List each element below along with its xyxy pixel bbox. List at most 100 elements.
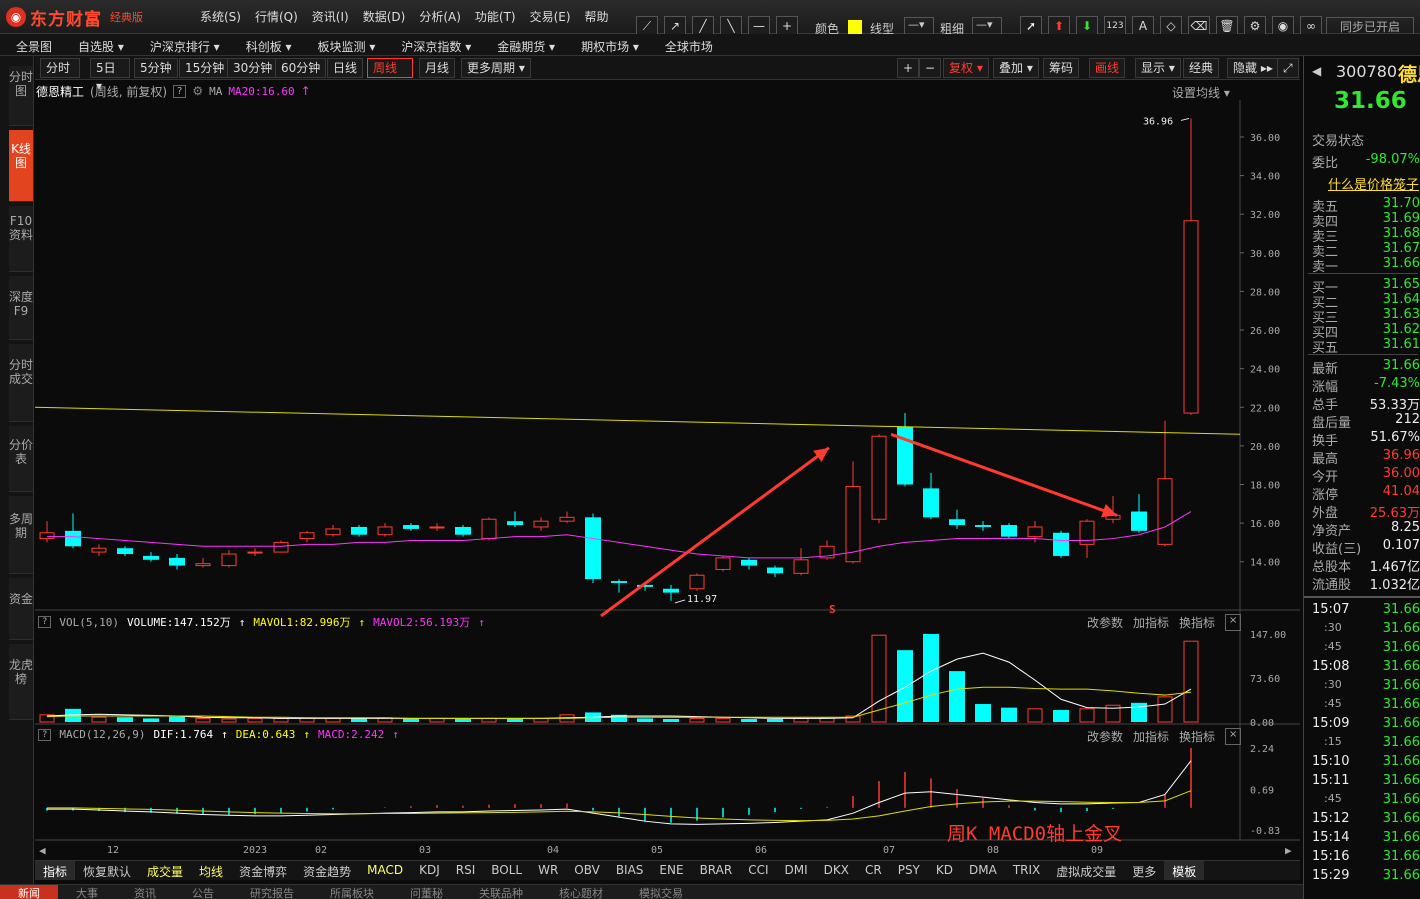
help-icon[interactable]: ?	[173, 84, 187, 98]
indicator-tab[interactable]: BOLL	[483, 861, 530, 880]
period-monthly[interactable]: 月线	[419, 58, 456, 78]
overlay-button[interactable]: 叠加 ▾	[993, 58, 1039, 78]
nav-options[interactable]: 期权市场 ▾	[565, 34, 649, 55]
chips-button[interactable]: 筹码	[1043, 58, 1080, 78]
volume-add-link[interactable]: 加指标	[1133, 614, 1169, 631]
indicator-tab[interactable]: CR	[857, 861, 890, 880]
ma-settings-link[interactable]: 设置均线 ▾	[1172, 84, 1230, 101]
nav-global[interactable]: 全球市场	[649, 34, 723, 55]
nav-futures[interactable]: 金融期货 ▾	[481, 34, 565, 55]
up-arrow-icon[interactable]: ⬆	[1048, 16, 1070, 36]
hide-button[interactable]: 隐藏 ▸▸	[1227, 58, 1279, 78]
menu-analysis[interactable]: 分析(A)	[419, 8, 461, 25]
menu-trade[interactable]: 交易(E)	[530, 8, 571, 25]
menu-functions[interactable]: 功能(T)	[475, 8, 516, 25]
sidebar-item-f9[interactable]: 深度F9	[9, 276, 33, 340]
trash-icon[interactable]: 🗑	[1216, 16, 1238, 36]
help-icon[interactable]: ?	[38, 616, 52, 628]
nav-sector-monitor[interactable]: 板块监测 ▾	[302, 34, 386, 55]
pointer-icon[interactable]: ➚	[1020, 16, 1042, 36]
price-cage-link[interactable]: 什么是价格笼子	[1328, 174, 1419, 193]
bottom-tab[interactable]: 资讯	[116, 885, 174, 899]
nav-watchlist[interactable]: 自选股 ▾	[62, 34, 134, 55]
indicator-tab[interactable]: DMI	[777, 861, 816, 880]
indicator-tab[interactable]: 均线	[191, 861, 231, 880]
eraser-icon[interactable]: ⌫	[1188, 16, 1210, 36]
gear-icon[interactable]: ⚙	[192, 84, 203, 98]
indicator-tab[interactable]: 成交量	[139, 861, 191, 880]
link-icon[interactable]: ∞	[1300, 16, 1322, 36]
draw-cross-icon[interactable]: +	[776, 16, 798, 36]
period-5min[interactable]: 5分钟	[134, 58, 178, 78]
indicator-tab[interactable]: DMA	[961, 861, 1005, 880]
indicator-tab[interactable]: KD	[928, 861, 961, 880]
indicator-tab[interactable]: KDJ	[411, 861, 448, 880]
indicator-tab[interactable]: PSY	[890, 861, 928, 880]
indicator-tab[interactable]: 虚拟成交量	[1048, 861, 1124, 880]
close-icon[interactable]: ×	[1225, 614, 1242, 631]
sidebar-item-timeshare[interactable]: 分时图	[9, 66, 33, 126]
menu-data[interactable]: 数据(D)	[363, 8, 406, 25]
draw-hline-icon[interactable]: —	[748, 16, 770, 36]
bottom-tab[interactable]: 模拟交易	[621, 885, 701, 899]
color-swatch[interactable]	[848, 20, 862, 34]
indicator-tab[interactable]: DKX	[816, 861, 857, 880]
period-15min[interactable]: 15分钟	[179, 58, 231, 78]
indicator-tab[interactable]: BIAS	[608, 861, 652, 880]
sidebar-item-kline[interactable]: K线图	[9, 130, 33, 202]
menu-quotes[interactable]: 行情(Q)	[255, 8, 298, 25]
indicator-tab[interactable]: OBV	[566, 861, 608, 880]
period-5day[interactable]: 5日 ▾	[90, 58, 130, 93]
number-icon[interactable]: 123	[1104, 16, 1126, 36]
text-icon[interactable]: A	[1132, 16, 1154, 36]
back-arrow-icon[interactable]: ◀	[1312, 64, 1321, 78]
menu-info[interactable]: 资讯(I)	[312, 8, 349, 25]
menu-system[interactable]: 系统(S)	[200, 8, 241, 25]
period-60min[interactable]: 60分钟	[275, 58, 327, 78]
sidebar-item-price-table[interactable]: 分价表	[9, 426, 33, 492]
thickness-select[interactable]: —▾	[972, 17, 1002, 35]
sidebar-item-dragon-tiger[interactable]: 龙虎榜	[9, 644, 33, 720]
draw-arrow-icon[interactable]: ↗	[664, 16, 686, 36]
indicator-tab[interactable]: ENE	[651, 861, 691, 880]
sidebar-item-multi-period[interactable]: 多周期	[9, 496, 33, 574]
bottom-tab[interactable]: 大事	[58, 885, 116, 899]
bottom-tab[interactable]: 核心题材	[541, 885, 621, 899]
nav-ranking[interactable]: 沪深京排行 ▾	[134, 34, 230, 55]
draw-ray-icon[interactable]: ╲	[720, 16, 742, 36]
bottom-tab[interactable]: 关联品种	[461, 885, 541, 899]
indicator-tab[interactable]: MACD	[359, 861, 411, 880]
volume-params-link[interactable]: 改参数	[1087, 614, 1123, 631]
zoom-out-button[interactable]: −	[919, 58, 942, 78]
adjust-button[interactable]: 复权 ▾	[943, 58, 989, 78]
help-icon[interactable]: ?	[38, 728, 52, 741]
period-daily[interactable]: 日线	[327, 58, 364, 78]
sidebar-item-trades[interactable]: 分时成交	[9, 344, 33, 422]
close-icon[interactable]: ×	[1225, 728, 1242, 745]
volume-swap-link[interactable]: 换指标	[1179, 614, 1215, 631]
indicator-tab[interactable]: RSI	[448, 861, 484, 880]
nav-star-market[interactable]: 科创板 ▾	[230, 34, 302, 55]
classic-button[interactable]: 经典	[1183, 58, 1220, 78]
indicator-tab[interactable]: 指标	[35, 861, 76, 880]
display-button[interactable]: 显示 ▾	[1135, 58, 1181, 78]
bottom-tab[interactable]: 新闻	[0, 885, 58, 899]
indicator-tab[interactable]: 恢复默认	[75, 861, 139, 880]
macd-add-link[interactable]: 加指标	[1133, 728, 1169, 745]
bottom-tab[interactable]: 研究报告	[232, 885, 312, 899]
linetype-select[interactable]: —▾	[904, 17, 934, 35]
indicator-tab[interactable]: WR	[530, 861, 566, 880]
indicator-tab[interactable]: BRAR	[692, 861, 741, 880]
draw-line-button[interactable]: 画线	[1089, 58, 1126, 78]
indicator-tab[interactable]: 资金趋势	[295, 861, 359, 880]
down-arrow-icon[interactable]: ⬇	[1076, 16, 1098, 36]
bottom-tab[interactable]: 所属板块	[312, 885, 392, 899]
zoom-in-button[interactable]: +	[897, 58, 920, 78]
fullscreen-icon[interactable]: ⤢	[1277, 58, 1299, 78]
settings-icon[interactable]: ⚙	[1244, 16, 1266, 36]
bottom-tab[interactable]: 公告	[174, 885, 232, 899]
indicator-tab[interactable]: 更多	[1124, 861, 1164, 880]
draw-segment-icon[interactable]: ╱	[692, 16, 714, 36]
nav-indices[interactable]: 沪深京指数 ▾	[385, 34, 481, 55]
sidebar-item-capital[interactable]: 资金	[9, 578, 33, 640]
